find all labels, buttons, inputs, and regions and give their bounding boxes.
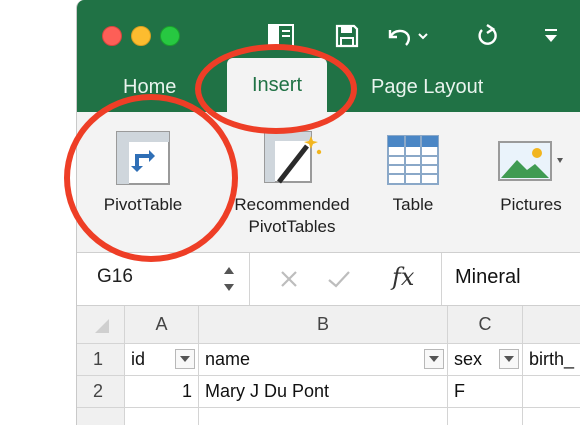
tab-home[interactable]: Home [123,62,176,112]
minimize-window-button[interactable] [131,26,151,46]
cell-a3[interactable] [125,408,199,425]
recommended-label-line2: PivotTables [248,217,336,236]
cell-a1-text: id [131,349,146,369]
column-header-c[interactable]: C [448,306,523,344]
table-row: 2 1 Mary J Du Pont F [77,376,580,408]
pictures-button[interactable]: Pictures [483,124,579,216]
cell-b1[interactable]: name [199,344,448,376]
zoom-window-button[interactable] [160,26,180,46]
cell-b3[interactable] [199,408,448,425]
column-header-row: A B C [77,306,580,344]
pictures-icon [483,124,579,186]
title-bar: Home Insert Page Layout [77,0,580,112]
select-all-corner[interactable] [77,306,125,344]
filter-dropdown-icon[interactable] [424,349,444,369]
cell-a1[interactable]: id [125,344,199,376]
save-icon[interactable] [331,20,363,52]
cell-b1-text: name [205,349,251,369]
column-header-a[interactable]: A [125,306,199,344]
sidebar-toggle-icon[interactable] [265,20,297,52]
filter-dropdown-icon[interactable] [499,349,519,369]
customize-toolbar-icon[interactable] [539,20,563,52]
table-label: Table [392,195,434,214]
ribbon-insert-panel: PivotTable Recommended PivotTables Table… [77,112,580,253]
row-header-3[interactable] [77,408,125,425]
table-row: 1 id name sex birth_ [77,344,580,376]
tab-page-layout[interactable]: Page Layout [371,62,483,112]
row-header-2[interactable]: 2 [77,376,125,408]
cell-c2[interactable]: F [448,376,523,408]
pivot-table-label: PivotTable [103,195,183,214]
recommended-pivot-tables-button[interactable]: Recommended PivotTables [217,124,367,238]
cell-d2[interactable] [523,376,580,408]
column-header-b[interactable]: B [199,306,448,344]
table-icon [377,124,449,186]
cancel-entry-icon[interactable] [279,269,299,294]
cell-c1[interactable]: sex [448,344,523,376]
redo-icon[interactable] [473,20,501,52]
pivot-table-icon [93,124,193,186]
cell-d1[interactable]: birth_ [523,344,580,376]
filter-dropdown-icon[interactable] [175,349,195,369]
recommended-pivot-tables-icon [217,124,367,186]
cell-a2[interactable]: 1 [125,376,199,408]
confirm-entry-icon[interactable] [327,269,351,294]
undo-icon[interactable] [383,20,433,52]
tab-insert[interactable]: Insert [227,58,327,112]
close-window-button[interactable] [102,26,122,46]
formula-content[interactable]: Mineral [455,266,521,289]
column-header-d[interactable] [523,306,580,344]
table-button[interactable]: Table [377,124,449,216]
excel-window: Home Insert Page Layout PivotTable Recom… [76,0,580,425]
row-header-1[interactable]: 1 [77,344,125,376]
recommended-label-line1: Recommended [234,195,350,214]
pictures-label: Pictures [500,195,562,214]
name-box[interactable]: G16 [97,266,133,288]
cell-b2[interactable]: Mary J Du Pont [199,376,448,408]
cell-c1-text: sex [454,349,483,369]
cell-d3[interactable] [523,408,580,425]
insert-function-icon[interactable]: fx [392,263,414,291]
table-row [77,408,580,425]
name-box-stepper-icon[interactable] [223,263,235,300]
cell-c3[interactable] [448,408,523,425]
cell-d1-text: birth_ [529,349,575,369]
formula-bar: G16 fx Mineral [77,253,580,306]
pivot-table-button[interactable]: PivotTable [93,124,193,216]
